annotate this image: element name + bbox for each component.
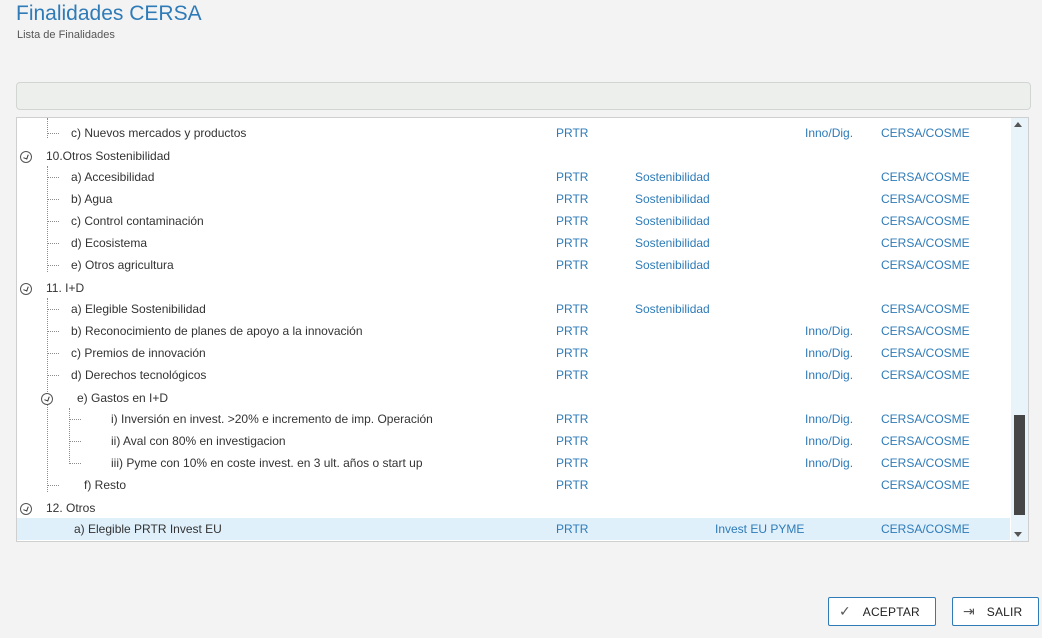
inno-cell: Inno/Dig. [805,434,854,448]
inno-cell: Inno/Dig. [805,368,854,382]
row-label: e) Otros agricultura [71,258,174,272]
prtr-cell: PRTR [556,236,589,250]
tree-row[interactable]: c) Premios de innovación PRTR Inno/Dig. … [17,342,1010,364]
prtr-cell: PRTR [556,478,589,492]
inno-cell: Inno/Dig. [805,324,854,338]
org-cell: CERSA/COSME [881,346,970,360]
tree-row[interactable]: b) Reconocimiento de planes de apoyo a l… [17,320,1010,342]
org-cell: CERSA/COSME [881,170,970,184]
prtr-cell: PRTR [556,170,589,184]
org-cell: CERSA/COSME [881,478,970,492]
tree-row[interactable]: ii) Aval con 80% en investigacion PRTR I… [17,430,1010,452]
tree-group-row[interactable]: e) Gastos en I+D [17,387,1010,409]
org-cell: CERSA/COSME [881,434,970,448]
prtr-cell: PRTR [556,302,589,316]
tree-row[interactable]: e) Otros agricultura PRTR Sostenibilidad… [17,254,1010,276]
org-cell: CERSA/COSME [881,302,970,316]
sost-cell: Sostenibilidad [635,192,710,206]
tree-group-row[interactable]: 10.Otros Sostenibilidad [17,145,1010,167]
tree-row[interactable]: d) Ecosistema PRTR Sostenibilidad CERSA/… [17,232,1010,254]
row-label: a) Elegible PRTR Invest EU [74,522,222,536]
inno-cell: Inno/Dig. [805,412,854,426]
accept-button[interactable]: ✓ ACEPTAR [828,597,936,626]
org-cell: CERSA/COSME [881,412,970,426]
exit-button-label: SALIR [986,604,1023,619]
check-icon: ✓ [839,603,851,619]
row-label: a) Elegible Sostenibilidad [71,302,206,316]
tree-row[interactable]: c) Control contaminación PRTR Sostenibil… [17,210,1010,232]
inno-cell: Inno/Dig. [805,456,854,470]
page-subtitle: Lista de Finalidades [17,29,115,41]
prtr-cell: PRTR [556,368,589,382]
org-cell: CERSA/COSME [881,258,970,272]
row-label: c) Premios de innovación [71,346,206,360]
org-cell: CERSA/COSME [881,126,970,140]
tree-row[interactable]: c) Nuevos mercados y productos PRTR Inno… [17,122,1010,144]
row-label: b) Agua [71,192,113,206]
sost-cell: Sostenibilidad [635,214,710,228]
scroll-down-icon[interactable] [1014,532,1022,537]
sost-cell: Sostenibilidad [635,258,710,272]
org-cell: CERSA/COSME [881,236,970,250]
row-label: f) Resto [84,478,127,492]
prtr-cell: PRTR [556,434,589,448]
inno-cell: Inno/Dig. [805,346,854,360]
tree-row-selected[interactable]: a) Elegible PRTR Invest EU PRTR Invest E… [17,518,1010,540]
inno-cell: Inno/Dig. [805,126,854,140]
filter-bar[interactable] [16,82,1031,110]
group-label: e) Gastos en I+D [77,391,169,405]
prtr-cell: PRTR [556,522,589,536]
row-label: d) Ecosistema [71,236,148,250]
row-label: ii) Aval con 80% en investigacion [111,434,286,448]
org-cell: CERSA/COSME [881,324,970,338]
finalidades-tree[interactable]: c) Nuevos mercados y productos PRTR Inno… [16,117,1029,542]
tree-row[interactable]: b) Agua PRTR Sostenibilidad CERSA/COSME [17,188,1010,210]
investeu-cell: Invest EU PYME [715,522,805,536]
scroll-up-icon[interactable] [1014,122,1022,127]
prtr-cell: PRTR [556,346,589,360]
org-cell: CERSA/COSME [881,368,970,382]
sost-cell: Sostenibilidad [635,170,710,184]
exit-button[interactable]: ⇥ SALIR [952,597,1039,626]
row-label: c) Nuevos mercados y productos [71,126,247,140]
prtr-cell: PRTR [556,456,589,470]
tree-group-row[interactable]: 12. Otros [17,497,1010,519]
prtr-cell: PRTR [556,258,589,272]
row-label: a) Accesibilidad [71,170,155,184]
group-label: 12. Otros [46,501,96,515]
prtr-cell: PRTR [556,214,589,228]
prtr-cell: PRTR [556,192,589,206]
tree-row[interactable]: f) Resto PRTR CERSA/COSME [17,474,1010,496]
tree-row[interactable]: a) Accesibilidad PRTR Sostenibilidad CER… [17,166,1010,188]
prtr-cell: PRTR [556,412,589,426]
row-label: b) Reconocimiento de planes de apoyo a l… [71,324,363,338]
tree-row[interactable]: a) Elegible Sostenibilidad PRTR Sostenib… [17,298,1010,320]
prtr-cell: PRTR [556,324,589,338]
prtr-cell: PRTR [556,126,589,140]
row-label: c) Control contaminación [71,214,204,228]
org-cell: CERSA/COSME [881,192,970,206]
tree-row[interactable]: i) Inversión en invest. >20% e increment… [17,408,1010,430]
group-label: 10.Otros Sostenibilidad [46,149,171,163]
org-cell: CERSA/COSME [881,456,970,470]
row-label: iii) Pyme con 10% en coste invest. en 3 … [111,456,423,470]
sost-cell: Sostenibilidad [635,236,710,250]
row-label: d) Derechos tecnológicos [71,368,207,382]
sost-cell: Sostenibilidad [635,302,710,316]
page-title: Finalidades CERSA [16,2,202,25]
org-cell: CERSA/COSME [881,214,970,228]
vertical-scrollbar[interactable] [1011,118,1028,541]
tree-row[interactable]: d) Derechos tecnológicos PRTR Inno/Dig. … [17,364,1010,386]
accept-button-label: ACEPTAR [862,604,920,619]
tree-row[interactable]: iii) Pyme con 10% en coste invest. en 3 … [17,452,1010,474]
exit-arrow-icon: ⇥ [963,603,975,619]
row-label: i) Inversión en invest. >20% e increment… [111,412,433,426]
tree-group-row[interactable]: 11. I+D [17,277,1010,299]
org-cell: CERSA/COSME [881,522,970,536]
scroll-thumb[interactable] [1014,415,1025,515]
group-label: 11. I+D [46,281,85,295]
